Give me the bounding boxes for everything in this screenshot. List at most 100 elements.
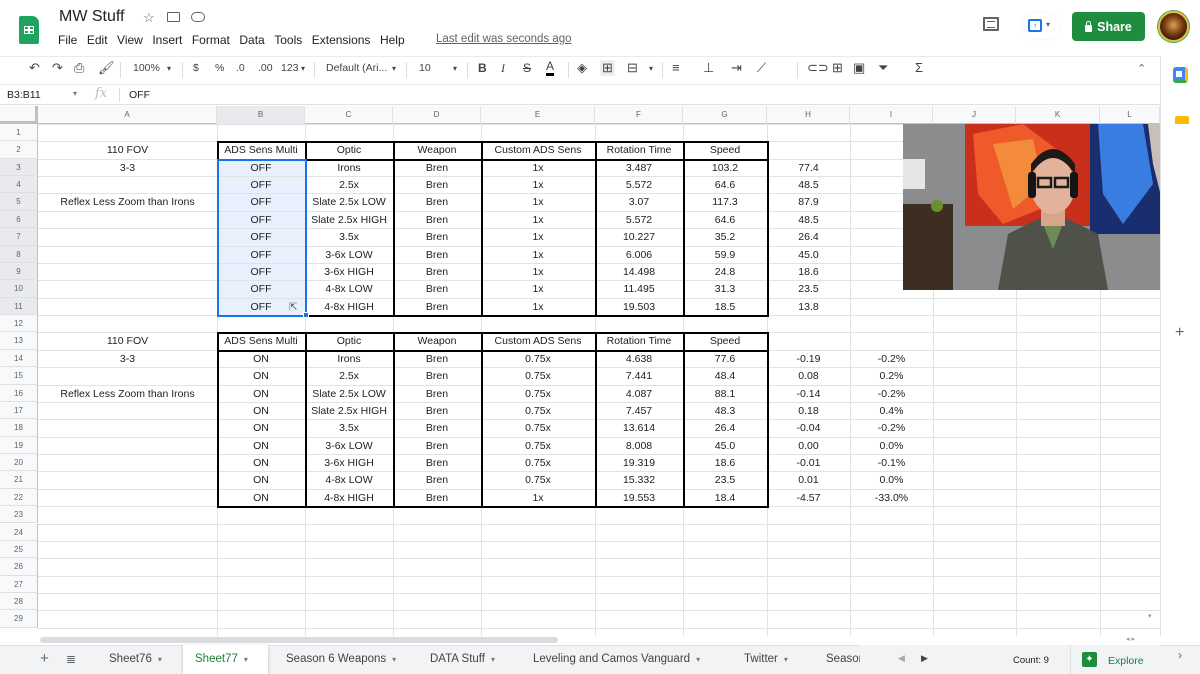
column-header-a[interactable]: A (38, 106, 217, 124)
row-header-6[interactable]: 6 (0, 210, 38, 229)
keep-icon[interactable] (1175, 116, 1189, 124)
table-cell[interactable]: 11.495 (595, 282, 683, 299)
table-cell[interactable]: 0.75x (481, 404, 595, 421)
chevron-down-icon[interactable]: ▾ (453, 64, 457, 73)
row-header-10[interactable]: 10 (0, 280, 38, 298)
calc-cell[interactable]: 77.4 (767, 161, 850, 178)
menu-help[interactable]: Help (380, 33, 405, 47)
note-cell[interactable]: 3-3 (38, 161, 217, 178)
insert-link-icon[interactable]: ⊂⊃ (807, 60, 829, 76)
name-box[interactable]: B3:B11 (7, 89, 41, 101)
table-cell[interactable]: 45.0 (683, 439, 767, 456)
column-header-g[interactable]: G (683, 106, 767, 124)
menu-view[interactable]: View (117, 33, 143, 47)
table-cell[interactable]: 0.75x (481, 473, 595, 490)
table-cell[interactable]: Bren (393, 369, 481, 386)
explore-icon[interactable]: ✦ (1082, 652, 1097, 667)
table-cell[interactable]: 0.75x (481, 369, 595, 386)
table-cell[interactable]: Irons (305, 352, 393, 369)
collapse-menus-icon[interactable]: ⌃ (1137, 62, 1146, 75)
table-cell[interactable]: 103.2 (683, 161, 767, 178)
calc-cell[interactable]: 0.0% (850, 439, 933, 456)
calc-cell[interactable]: 48.5 (767, 213, 850, 230)
row-header-5[interactable]: 5 (0, 193, 38, 211)
table-cell[interactable]: 117.3 (683, 195, 767, 212)
table-cell[interactable]: 3.5x (305, 421, 393, 438)
row-header-2[interactable]: 2 (0, 141, 38, 159)
row-header-24[interactable]: 24 (0, 523, 38, 541)
table-cell[interactable]: 0.75x (481, 439, 595, 456)
last-edit-link[interactable]: Last edit was seconds ago (436, 33, 572, 45)
table-cell[interactable]: 4-8x LOW (305, 282, 393, 299)
strikethrough-button[interactable]: S (523, 61, 531, 75)
table-cell[interactable]: Bren (393, 248, 481, 265)
table-cell[interactable]: ON (217, 473, 305, 490)
font-size-select[interactable]: 10 (419, 62, 431, 74)
bold-button[interactable]: B (478, 61, 487, 75)
table-cell[interactable]: 15.332 (595, 473, 683, 490)
table-cell[interactable]: 3.5x (305, 230, 393, 247)
table-cell[interactable]: ON (217, 387, 305, 404)
sheet-tab[interactable]: Twitter ▾ (728, 645, 808, 674)
menu-tools[interactable]: Tools (274, 33, 302, 47)
table-cell[interactable]: ON (217, 404, 305, 421)
table-cell[interactable]: Bren (393, 230, 481, 247)
table-cell[interactable]: Bren (393, 387, 481, 404)
table-cell[interactable]: ON (217, 369, 305, 386)
document-title[interactable]: MW Stuff (59, 8, 125, 26)
table-cell[interactable]: Bren (393, 404, 481, 421)
insert-chart-icon[interactable]: ▣ (853, 60, 865, 76)
table-cell[interactable]: 4.638 (595, 352, 683, 369)
column-header-l[interactable]: L (1100, 106, 1160, 124)
row-header-1[interactable]: 1 (0, 124, 38, 142)
formula-input[interactable]: OFF (129, 89, 150, 101)
merge-cells-icon[interactable]: ⊟ (627, 60, 638, 76)
star-icon[interactable]: ☆ (143, 10, 155, 26)
table-cell[interactable]: 3.487 (595, 161, 683, 178)
table-cell[interactable]: 64.6 (683, 213, 767, 230)
note-cell[interactable]: Reflex Less Zoom than Irons (38, 387, 217, 404)
calendar-icon[interactable] (1173, 67, 1188, 83)
add-sheet-button[interactable]: + (40, 650, 49, 667)
increase-decimals-button[interactable]: .00 (258, 62, 273, 74)
calc-cell[interactable]: 0.18 (767, 404, 850, 421)
table-cell[interactable]: 1x (481, 282, 595, 299)
menu-extensions[interactable]: Extensions (312, 33, 371, 47)
fill-handle[interactable] (303, 312, 309, 319)
menu-insert[interactable]: Insert (152, 33, 182, 47)
column-header-d[interactable]: D (393, 106, 481, 124)
menu-format[interactable]: Format (192, 33, 230, 47)
scroll-tabs-left-icon[interactable]: ◀ (898, 653, 905, 664)
table-cell[interactable]: ON (217, 456, 305, 473)
chevron-down-icon[interactable]: ▾ (73, 89, 77, 98)
table-cell[interactable]: 6.006 (595, 248, 683, 265)
column-header-b[interactable]: B (217, 106, 305, 124)
insert-comment-icon[interactable]: ⊞ (832, 60, 843, 76)
table-cell[interactable]: Bren (393, 161, 481, 178)
table-cell[interactable]: Slate 2.5x LOW (305, 387, 393, 404)
note-cell[interactable]: 110 FOV (38, 143, 217, 160)
print-icon[interactable]: ⎙ (74, 60, 84, 76)
column-header-k[interactable]: K (1016, 106, 1100, 124)
table-cell[interactable]: Bren (393, 213, 481, 230)
chevron-down-icon[interactable]: ▾ (392, 64, 396, 73)
table-cell[interactable]: Bren (393, 473, 481, 490)
calc-cell[interactable]: -0.04 (767, 421, 850, 438)
note-cell[interactable]: 3-3 (38, 352, 217, 369)
row-header-27[interactable]: 27 (0, 575, 38, 593)
calc-cell[interactable]: -33.0% (850, 491, 933, 508)
calc-cell[interactable]: 0.4% (850, 404, 933, 421)
table-cell[interactable]: Bren (393, 265, 481, 282)
all-sheets-menu-icon[interactable]: ≣ (66, 652, 76, 666)
calc-cell[interactable]: 0.0% (850, 473, 933, 490)
share-button[interactable]: Share (1072, 12, 1145, 41)
font-family-select[interactable]: Default (Ari... (326, 62, 387, 74)
table-cell[interactable]: 35.2 (683, 230, 767, 247)
decrease-decimals-button[interactable]: .0 (236, 62, 245, 74)
table-cell[interactable]: 1x (481, 161, 595, 178)
sheet-tab[interactable]: Sheet76 ▾ (93, 645, 181, 674)
chevron-down-icon[interactable]: ▾ (301, 64, 305, 73)
table-cell[interactable]: 14.498 (595, 265, 683, 282)
table-cell[interactable]: 18.6 (683, 456, 767, 473)
table-cell[interactable]: 4.087 (595, 387, 683, 404)
